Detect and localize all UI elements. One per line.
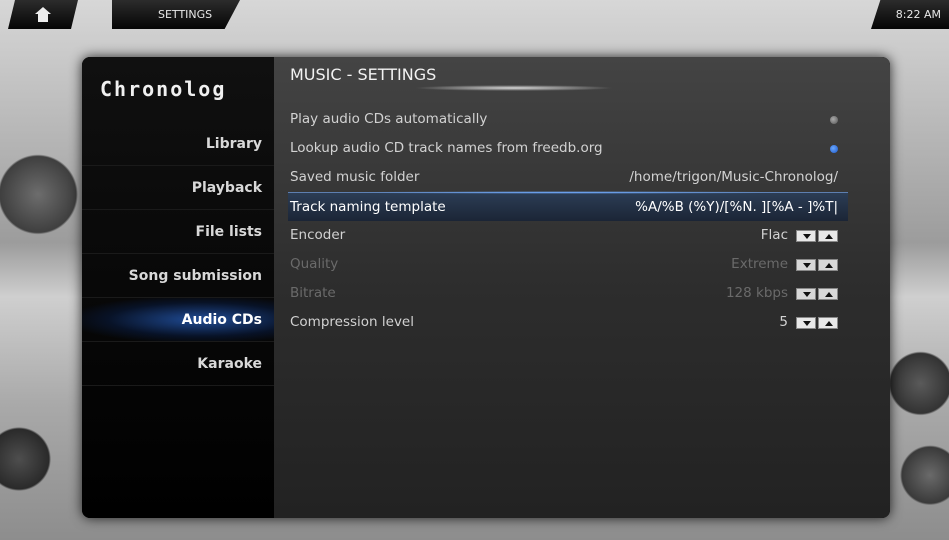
setting-label: Compression level (290, 314, 414, 330)
quality-spinner (796, 258, 838, 271)
settings-list: Play audio CDs automatically Lookup audi… (288, 105, 848, 337)
setting-label: Encoder (290, 227, 346, 243)
setting-label: Play audio CDs automatically (290, 111, 488, 127)
setting-lookup-freedb[interactable]: Lookup audio CD track names from freedb.… (288, 134, 848, 163)
settings-panel: Chronolog Library Playback File lists So… (82, 57, 890, 518)
arrow-down-icon (796, 287, 816, 300)
setting-compression-level[interactable]: Compression level 5 (288, 308, 848, 337)
app-logo: Chronolog (100, 77, 227, 101)
sidebar-item-playback[interactable]: Playback (82, 166, 274, 210)
arrow-down-icon (796, 258, 816, 271)
sidebar-item-audio-cds[interactable]: Audio CDs (82, 298, 274, 342)
setting-label: Lookup audio CD track names from freedb.… (290, 140, 603, 156)
setting-value: Extreme (731, 256, 788, 272)
top-bar: SETTINGS 8:22 AM (0, 0, 949, 32)
sidebar-item-song-submission[interactable]: Song submission (82, 254, 274, 298)
arrow-up-icon[interactable] (818, 316, 838, 329)
setting-label: Bitrate (290, 285, 336, 301)
home-icon (35, 6, 51, 23)
arrow-up-icon (818, 287, 838, 300)
track-template-input[interactable]: %A/%B (%Y)/[%N. ][%A - ]%T| (635, 193, 838, 222)
setting-label: Quality (290, 256, 339, 272)
setting-value: 128 kbps (725, 285, 788, 301)
arrow-up-icon[interactable] (818, 229, 838, 242)
setting-value: /home/trigon/Music-Chronolog/ (629, 169, 838, 185)
sidebar-item-file-lists[interactable]: File lists (82, 210, 274, 254)
setting-label: Saved music folder (290, 169, 420, 185)
sidebar-menu: Library Playback File lists Song submiss… (82, 122, 274, 386)
setting-value: Flac (760, 227, 788, 243)
setting-value: 5 (779, 314, 788, 330)
setting-bitrate: Bitrate 128 kbps (288, 279, 848, 308)
bitrate-spinner (796, 287, 838, 300)
radio-on-icon[interactable] (830, 144, 838, 153)
encoder-spinner (796, 229, 838, 242)
sidebar-item-karaoke[interactable]: Karaoke (82, 342, 274, 386)
page-title: MUSIC - SETTINGS (290, 65, 437, 84)
setting-label: Track naming template (290, 198, 446, 215)
sidebar-item-library[interactable]: Library (82, 122, 274, 166)
arrow-up-icon (818, 258, 838, 271)
sidebar: Chronolog Library Playback File lists So… (82, 57, 274, 518)
setting-quality: Quality Extreme (288, 250, 848, 279)
radio-off-icon[interactable] (830, 115, 838, 124)
home-button[interactable] (8, 0, 78, 29)
arrow-down-icon[interactable] (796, 229, 816, 242)
arrow-down-icon[interactable] (796, 316, 816, 329)
compression-spinner (796, 316, 838, 329)
breadcrumb: SETTINGS (112, 0, 240, 29)
setting-encoder[interactable]: Encoder Flac (288, 221, 848, 250)
clock: 8:22 AM (871, 0, 949, 29)
setting-play-audio-cds[interactable]: Play audio CDs automatically (288, 105, 848, 134)
content-area: MUSIC - SETTINGS Play audio CDs automati… (274, 57, 890, 518)
title-glow (414, 85, 614, 91)
setting-track-naming-template[interactable]: Track naming template %A/%B (%Y)/[%N. ][… (288, 191, 848, 222)
setting-saved-music-folder[interactable]: Saved music folder /home/trigon/Music-Ch… (288, 163, 848, 192)
